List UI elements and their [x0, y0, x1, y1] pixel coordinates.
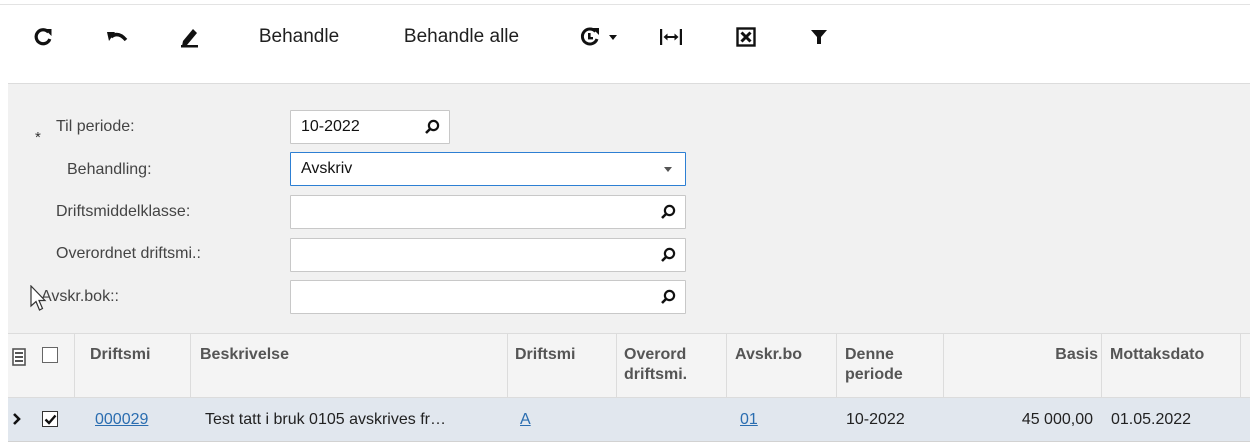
fit-width-button[interactable]: [654, 20, 688, 54]
export-excel-button[interactable]: [731, 20, 761, 54]
undo-icon: [107, 32, 128, 42]
column-divider: [1101, 334, 1102, 397]
col-parent[interactable]: Overord driftsmi.: [624, 334, 716, 397]
search-icon[interactable]: [651, 281, 685, 313]
column-divider: [190, 334, 191, 397]
process-all-button[interactable]: Behandle alle: [389, 20, 534, 54]
checkmark-icon: [44, 414, 56, 425]
schedule-refresh-icon: [580, 27, 599, 46]
col-book[interactable]: Avskr.bo: [735, 334, 813, 397]
period-label: Til periode:: [56, 118, 135, 135]
grid-header: Driftsmi Beskrivelse Driftsmi Overord dr…: [8, 333, 1250, 398]
book-label: Avskr.bok::: [41, 288, 119, 305]
processing-select[interactable]: Avskriv: [290, 152, 686, 186]
col-received[interactable]: Mottaksdato: [1110, 334, 1228, 397]
asset-class-label: Driftsmiddelklasse:: [56, 203, 191, 220]
column-divider: [726, 334, 727, 397]
col-period[interactable]: Denne periode: [845, 334, 925, 397]
column-settings-icon[interactable]: [12, 348, 26, 366]
column-divider: [1240, 334, 1241, 397]
chevron-down-icon[interactable]: [651, 153, 685, 185]
pencil-icon: [181, 29, 198, 48]
parent-asset-label: Overordnet driftsmi.:: [56, 245, 201, 262]
undo-button[interactable]: [100, 20, 134, 54]
filter-icon: [811, 30, 827, 44]
asset-class-field[interactable]: [290, 195, 686, 229]
processing-label: Behandling:: [67, 161, 152, 178]
mouse-cursor-icon: [30, 285, 47, 311]
refresh-button[interactable]: [28, 20, 58, 54]
results-grid: Driftsmi Beskrivelse Driftsmi Overord dr…: [8, 333, 1250, 447]
col-asset-class[interactable]: Driftsmi: [515, 334, 595, 397]
filter-button[interactable]: [804, 20, 834, 54]
col-description[interactable]: Beskrivelse: [200, 334, 500, 397]
period-cell: 10-2022: [846, 411, 905, 428]
basis-cell: 45 000,00: [1021, 411, 1093, 428]
asset-class-link[interactable]: A: [520, 398, 600, 442]
col-basis[interactable]: Basis: [1048, 334, 1098, 397]
column-divider: [836, 334, 837, 397]
top-divider: [0, 4, 1250, 5]
column-divider: [74, 334, 75, 397]
period-value: 10-2022: [301, 118, 360, 135]
search-icon[interactable]: [651, 239, 685, 271]
parent-asset-field[interactable]: [290, 238, 686, 272]
refresh-icon: [34, 28, 52, 46]
fit-width-icon: [660, 29, 682, 45]
row-checkbox[interactable]: [42, 411, 58, 427]
process-button[interactable]: Behandle: [249, 20, 349, 54]
book-field[interactable]: [290, 280, 686, 314]
col-asset-id[interactable]: Driftsmi: [90, 334, 170, 397]
search-icon[interactable]: [415, 111, 449, 143]
select-all-checkbox[interactable]: [42, 347, 58, 363]
search-icon[interactable]: [651, 196, 685, 228]
schedule-dropdown-button[interactable]: [574, 20, 624, 54]
book-link[interactable]: 01: [740, 398, 820, 442]
period-field[interactable]: 10-2022: [290, 110, 450, 144]
column-divider: [943, 334, 944, 397]
asset-id-link[interactable]: 000029: [95, 398, 185, 442]
edit-button[interactable]: [172, 20, 206, 54]
table-row[interactable]: 000029 Test tatt i bruk 0105 avskrives f…: [8, 398, 1250, 442]
row-indicator-icon: [13, 413, 21, 425]
column-divider: [507, 334, 508, 397]
processing-value: Avskriv: [301, 160, 353, 177]
chevron-down-icon: [609, 35, 617, 40]
excel-export-icon: [736, 27, 756, 47]
required-marker: *: [35, 129, 41, 146]
parent-cell: [624, 398, 714, 442]
description-cell: Test tatt i bruk 0105 avskrives fr…: [205, 411, 446, 428]
received-cell: 01.05.2022: [1111, 411, 1192, 428]
column-divider: [616, 334, 617, 397]
toolbar: Behandle Behandle alle: [0, 10, 1250, 68]
